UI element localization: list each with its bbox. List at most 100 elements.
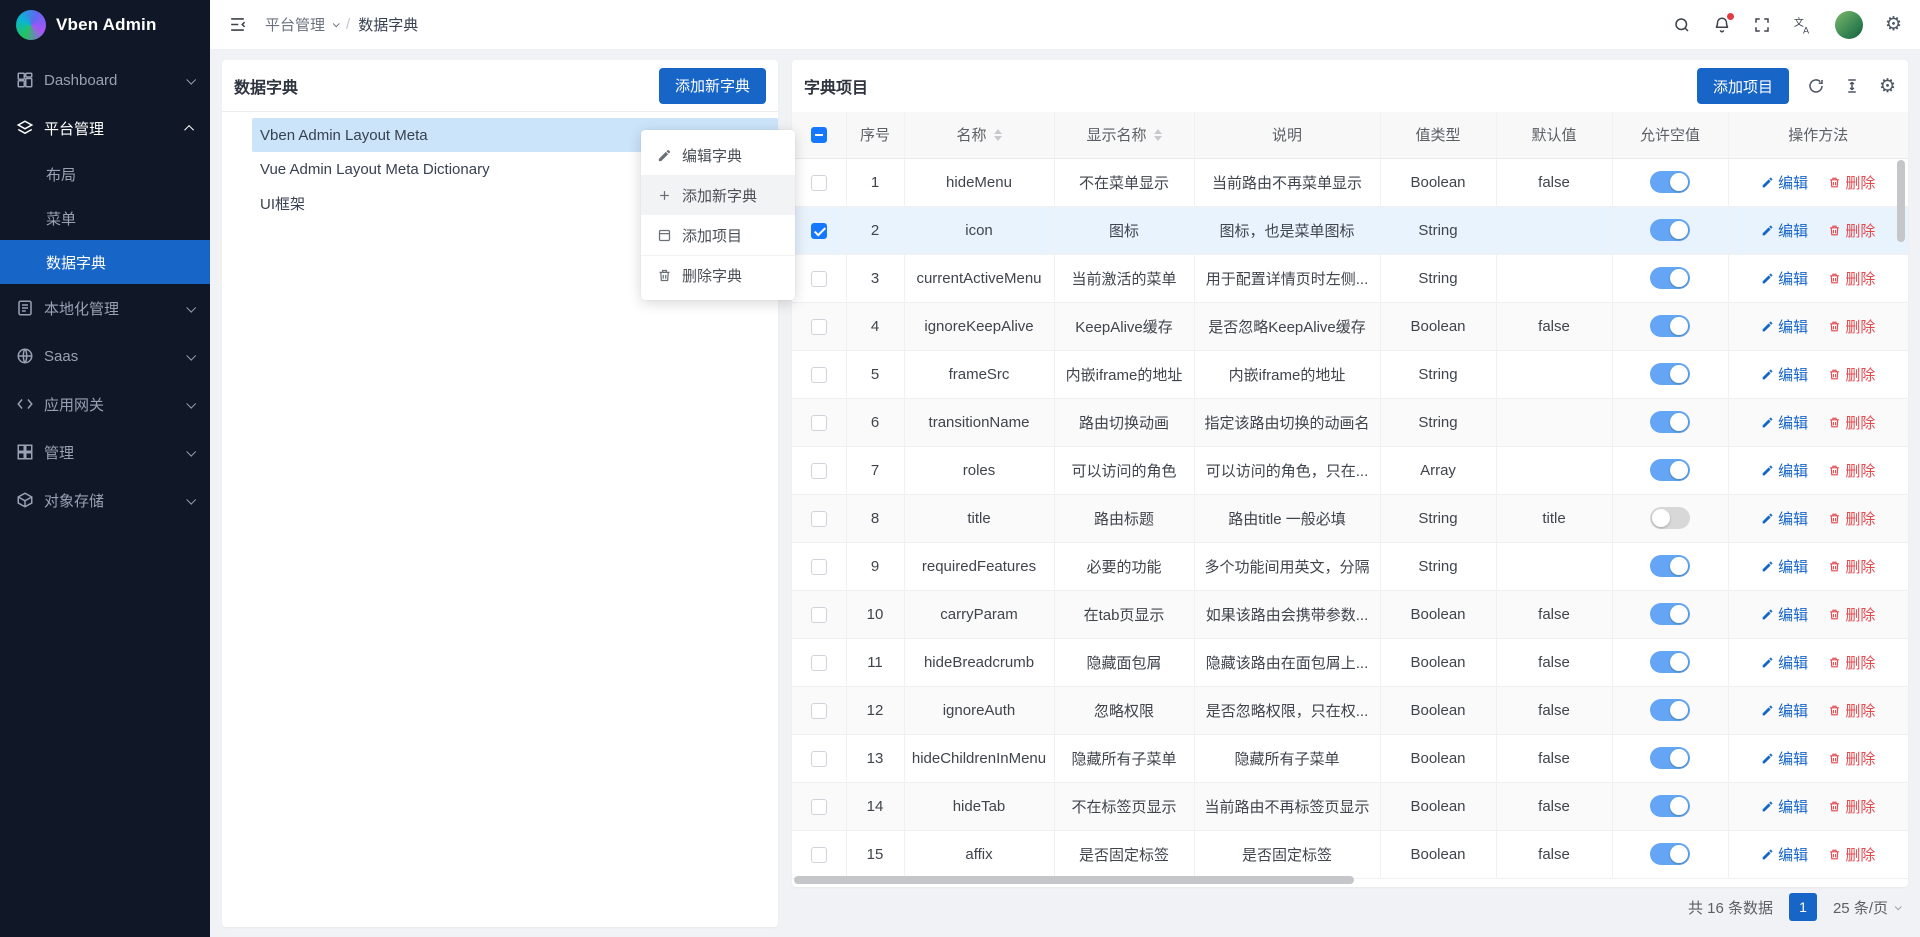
row-checkbox[interactable] bbox=[811, 799, 827, 815]
vertical-scrollbar-thumb[interactable] bbox=[1897, 160, 1905, 242]
refresh-icon[interactable] bbox=[1807, 77, 1825, 95]
nullable-toggle[interactable] bbox=[1650, 459, 1690, 481]
sidebar-item-gateway[interactable]: 应用网关 bbox=[0, 380, 210, 428]
fullscreen-icon[interactable] bbox=[1753, 16, 1771, 34]
sort-icon[interactable] bbox=[994, 129, 1002, 141]
menu-fold-icon[interactable] bbox=[228, 15, 247, 34]
table-row: 11 hideBreadcrumb 隐藏面包屑 隐藏该路由在面包屑上... Bo… bbox=[792, 638, 1908, 686]
row-checkbox[interactable] bbox=[811, 415, 827, 431]
delete-button[interactable]: 删除 bbox=[1828, 844, 1875, 865]
nullable-toggle[interactable] bbox=[1650, 363, 1690, 385]
notification-button[interactable] bbox=[1713, 16, 1731, 34]
delete-button[interactable]: 删除 bbox=[1828, 508, 1875, 529]
add-dictionary-button[interactable]: 添加新字典 bbox=[659, 68, 766, 104]
nullable-toggle[interactable] bbox=[1650, 603, 1690, 625]
nullable-toggle[interactable] bbox=[1650, 171, 1690, 193]
sidebar-item-menu[interactable]: 菜单 bbox=[0, 196, 210, 240]
edit-button[interactable]: 编辑 bbox=[1761, 412, 1808, 433]
row-height-icon[interactable] bbox=[1843, 77, 1861, 95]
nullable-toggle[interactable] bbox=[1650, 747, 1690, 769]
sidebar-item-layout[interactable]: 布局 bbox=[0, 152, 210, 196]
row-checkbox[interactable] bbox=[811, 559, 827, 575]
nullable-toggle[interactable] bbox=[1650, 315, 1690, 337]
avatar[interactable] bbox=[1835, 11, 1863, 39]
nullable-toggle[interactable] bbox=[1650, 219, 1690, 241]
nullable-toggle[interactable] bbox=[1650, 699, 1690, 721]
row-checkbox[interactable] bbox=[811, 463, 827, 479]
delete-button[interactable]: 删除 bbox=[1828, 220, 1875, 241]
sidebar-item-saas[interactable]: Saas bbox=[0, 332, 210, 380]
row-checkbox[interactable] bbox=[811, 271, 827, 287]
delete-button[interactable]: 删除 bbox=[1828, 268, 1875, 289]
horizontal-scrollbar-thumb[interactable] bbox=[794, 876, 1354, 884]
edit-button[interactable]: 编辑 bbox=[1761, 268, 1808, 289]
cell-value-type: Boolean bbox=[1380, 638, 1496, 686]
search-icon[interactable] bbox=[1673, 16, 1691, 34]
breadcrumb-parent[interactable]: 平台管理 bbox=[265, 14, 325, 35]
edit-button[interactable]: 编辑 bbox=[1761, 316, 1808, 337]
delete-button[interactable]: 删除 bbox=[1828, 412, 1875, 433]
edit-button[interactable]: 编辑 bbox=[1761, 796, 1808, 817]
pagination-page-1[interactable]: 1 bbox=[1789, 893, 1817, 921]
sidebar-item-dashboard[interactable]: Dashboard bbox=[0, 56, 210, 104]
nullable-toggle[interactable] bbox=[1650, 507, 1690, 529]
context-menu-add-item[interactable]: 添加项目 bbox=[641, 215, 795, 255]
sidebar-item-platform[interactable]: 平台管理 bbox=[0, 104, 210, 152]
delete-button[interactable]: 删除 bbox=[1828, 748, 1875, 769]
add-item-button[interactable]: 添加项目 bbox=[1697, 68, 1789, 104]
row-checkbox[interactable] bbox=[811, 175, 827, 191]
nullable-toggle[interactable] bbox=[1650, 843, 1690, 865]
nullable-toggle[interactable] bbox=[1650, 555, 1690, 577]
page-size-select[interactable]: 25 条/页 bbox=[1833, 897, 1900, 918]
language-icon[interactable]: 文A bbox=[1793, 15, 1813, 35]
row-checkbox[interactable] bbox=[811, 847, 827, 863]
edit-button[interactable]: 编辑 bbox=[1761, 508, 1808, 529]
edit-button[interactable]: 编辑 bbox=[1761, 364, 1808, 385]
delete-button[interactable]: 删除 bbox=[1828, 460, 1875, 481]
sidebar-item-localization[interactable]: 本地化管理 bbox=[0, 284, 210, 332]
edit-button[interactable]: 编辑 bbox=[1761, 844, 1808, 865]
sidebar-item-data-dictionary[interactable]: 数据字典 bbox=[0, 240, 210, 284]
edit-button[interactable]: 编辑 bbox=[1761, 700, 1808, 721]
row-checkbox[interactable] bbox=[811, 655, 827, 671]
delete-button[interactable]: 删除 bbox=[1828, 172, 1875, 193]
edit-button[interactable]: 编辑 bbox=[1761, 220, 1808, 241]
settings-gear-icon[interactable]: ⚙ bbox=[1885, 15, 1902, 34]
row-checkbox[interactable] bbox=[811, 703, 827, 719]
delete-button[interactable]: 删除 bbox=[1828, 604, 1875, 625]
delete-button[interactable]: 删除 bbox=[1828, 364, 1875, 385]
column-header-display-name[interactable]: 显示名称 bbox=[1054, 112, 1194, 158]
row-checkbox[interactable] bbox=[811, 367, 827, 383]
context-menu-edit-dictionary[interactable]: 编辑字典 bbox=[641, 135, 795, 175]
delete-button[interactable]: 删除 bbox=[1828, 316, 1875, 337]
row-checkbox[interactable] bbox=[811, 511, 827, 527]
edit-button[interactable]: 编辑 bbox=[1761, 604, 1808, 625]
table-settings-gear-icon[interactable]: ⚙ bbox=[1879, 77, 1896, 96]
cell-default-value bbox=[1496, 254, 1612, 302]
nullable-toggle[interactable] bbox=[1650, 795, 1690, 817]
edit-button[interactable]: 编辑 bbox=[1761, 460, 1808, 481]
row-checkbox[interactable] bbox=[811, 607, 827, 623]
edit-button[interactable]: 编辑 bbox=[1761, 172, 1808, 193]
row-checkbox[interactable] bbox=[811, 319, 827, 335]
delete-button[interactable]: 删除 bbox=[1828, 556, 1875, 577]
logo[interactable]: Vben Admin bbox=[0, 0, 210, 50]
edit-button[interactable]: 编辑 bbox=[1761, 556, 1808, 577]
row-checkbox[interactable] bbox=[811, 223, 827, 239]
sidebar-item-manage[interactable]: 管理 bbox=[0, 428, 210, 476]
sidebar-item-object-storage[interactable]: 对象存储 bbox=[0, 476, 210, 524]
select-all-checkbox[interactable] bbox=[811, 127, 827, 143]
context-menu-add-dictionary[interactable]: 添加新字典 bbox=[641, 175, 795, 215]
sort-icon[interactable] bbox=[1154, 129, 1162, 141]
delete-button[interactable]: 删除 bbox=[1828, 700, 1875, 721]
nullable-toggle[interactable] bbox=[1650, 411, 1690, 433]
delete-button[interactable]: 删除 bbox=[1828, 652, 1875, 673]
row-checkbox[interactable] bbox=[811, 751, 827, 767]
edit-button[interactable]: 编辑 bbox=[1761, 748, 1808, 769]
nullable-toggle[interactable] bbox=[1650, 267, 1690, 289]
column-header-name[interactable]: 名称 bbox=[904, 112, 1054, 158]
delete-button[interactable]: 删除 bbox=[1828, 796, 1875, 817]
edit-button[interactable]: 编辑 bbox=[1761, 652, 1808, 673]
context-menu-delete-dictionary[interactable]: 删除字典 bbox=[641, 255, 795, 295]
nullable-toggle[interactable] bbox=[1650, 651, 1690, 673]
